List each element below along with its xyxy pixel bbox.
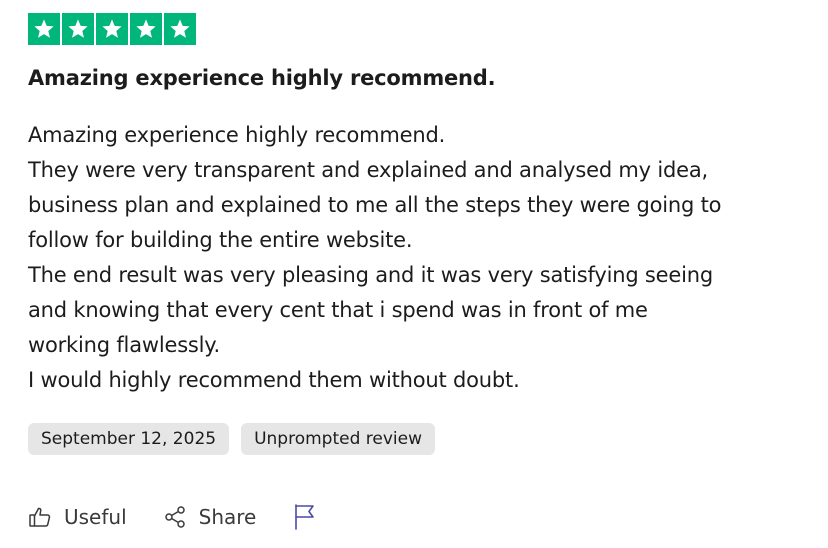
- review-card: Amazing experience highly recommend. Ama…: [28, 13, 808, 530]
- share-button[interactable]: Share: [163, 505, 257, 529]
- star-1: [28, 13, 60, 45]
- review-title: Amazing experience highly recommend.: [28, 66, 496, 90]
- useful-button[interactable]: Useful: [28, 505, 127, 529]
- thumbs-up-icon: [29, 507, 51, 527]
- review-date-badge: September 12, 2025: [28, 423, 230, 455]
- share-label: Share: [198, 505, 257, 529]
- star-icon: [170, 19, 190, 38]
- star-2: [62, 13, 94, 45]
- star-5: [164, 13, 196, 45]
- review-body-line: and knowing that every cent that i spend…: [28, 298, 648, 322]
- flag-icon: [295, 504, 315, 530]
- review-body-line: working flawlessly.: [28, 333, 221, 357]
- review-body-line: Amazing experience highly recommend.: [28, 123, 446, 147]
- star-4: [130, 13, 162, 45]
- review-body-line: They were very transparent and explained…: [28, 158, 709, 182]
- star-3: [96, 13, 128, 45]
- review-type-badge: Unprompted review: [241, 423, 435, 455]
- review-tags: September 12, 2025 Unprompted review: [28, 423, 435, 455]
- review-actions: Useful Share: [28, 501, 354, 533]
- star-icon: [102, 19, 122, 38]
- report-button[interactable]: [292, 503, 318, 531]
- star-icon: [136, 19, 156, 38]
- star-icon: [34, 19, 54, 38]
- star-icon: [68, 19, 88, 38]
- review-body-line: I would highly recommend them without do…: [28, 368, 520, 392]
- share-icon: [164, 506, 185, 528]
- review-body-line: follow for building the entire website.: [28, 228, 413, 252]
- review-body: Amazing experience highly recommend. The…: [28, 118, 808, 398]
- review-body-line: The end result was very pleasing and it …: [28, 263, 713, 287]
- useful-label: Useful: [64, 505, 127, 529]
- star-rating: [28, 13, 808, 45]
- review-body-line: business plan and explained to me all th…: [28, 193, 722, 217]
